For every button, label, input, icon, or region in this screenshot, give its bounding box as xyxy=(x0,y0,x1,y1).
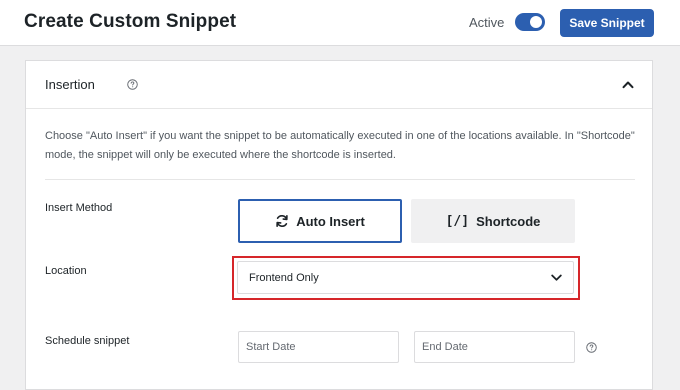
insertion-panel-header[interactable]: Insertion xyxy=(26,61,652,109)
chevron-down-icon xyxy=(551,274,562,281)
page-title: Create Custom Snippet xyxy=(24,11,237,32)
location-select[interactable]: Frontend Only xyxy=(237,261,574,294)
start-date-input[interactable] xyxy=(238,331,399,363)
shortcode-button[interactable]: [/] Shortcode xyxy=(411,199,575,243)
auto-insert-label: Auto Insert xyxy=(296,213,365,229)
active-toggle[interactable] xyxy=(515,13,545,31)
save-snippet-button[interactable]: Save Snippet xyxy=(560,9,654,37)
refresh-icon xyxy=(276,215,288,227)
section-title: Insertion xyxy=(45,77,95,92)
auto-insert-button[interactable]: Auto Insert xyxy=(238,199,402,243)
divider xyxy=(45,179,635,180)
insertion-panel: Insertion Choose "Auto Insert" if you wa… xyxy=(25,60,653,390)
chevron-up-icon[interactable] xyxy=(622,80,634,89)
shortcode-icon: [/] xyxy=(445,213,470,229)
top-bar: Create Custom Snippet Active Save Snippe… xyxy=(0,0,680,46)
question-circle-icon[interactable] xyxy=(586,342,597,353)
insertion-description: Choose "Auto Insert" if you want the sni… xyxy=(45,130,635,161)
end-date-input[interactable] xyxy=(414,331,575,363)
toggle-knob xyxy=(530,16,542,28)
location-value: Frontend Only xyxy=(249,272,319,284)
insert-method-label: Insert Method xyxy=(45,202,113,214)
schedule-label: Schedule snippet xyxy=(45,335,130,347)
location-label: Location xyxy=(45,265,87,277)
question-circle-icon[interactable] xyxy=(127,79,138,90)
active-label: Active xyxy=(469,15,505,30)
shortcode-label: Shortcode xyxy=(476,213,541,229)
